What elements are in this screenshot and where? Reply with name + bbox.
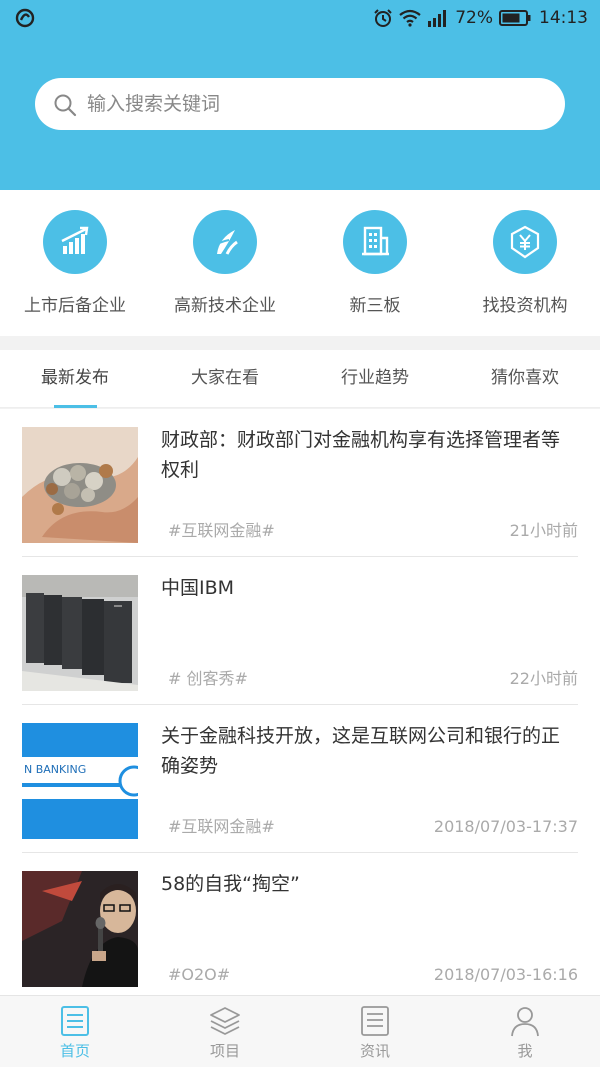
news-item[interactable]: N BANKING 关于金融科技开放，这是互联网公司和银行的正确姿势 #互联网金… — [0, 705, 600, 853]
nav-label: 首页 — [59, 1042, 90, 1060]
tab-everyone-watching[interactable]: 大家在看 — [150, 350, 300, 408]
alarm-icon — [374, 9, 392, 27]
tab-active-indicator — [54, 405, 97, 408]
nav-label: 资讯 — [359, 1042, 390, 1060]
category-icon-circle — [193, 210, 257, 274]
header: 72% 14:13 输入搜索关键词 — [0, 0, 600, 190]
yen-shield-icon — [510, 225, 540, 259]
nav-news[interactable]: 资讯 — [300, 996, 450, 1067]
category-label: 找投资机构 — [482, 296, 568, 316]
news-title: 财政部：财政部门对金融机构享有选择管理者等权利 — [161, 429, 561, 481]
news-title: 58的自我“掏空” — [161, 873, 300, 895]
battery-percentage: 72% — [455, 8, 493, 28]
tab-label: 行业趋势 — [341, 368, 409, 388]
news-tag[interactable]: #互联网金融# — [168, 815, 275, 839]
thumb-caption: N BANKING — [24, 763, 86, 776]
tab-label: 猜你喜欢 — [491, 368, 559, 388]
nav-me[interactable]: 我 — [450, 996, 600, 1067]
category-label: 新三板 — [349, 296, 401, 316]
news-thumbnail — [22, 575, 138, 691]
wifi-icon — [399, 9, 421, 27]
news-tag[interactable]: #O2O# — [168, 963, 230, 987]
signal-icon — [428, 10, 447, 27]
nav-projects[interactable]: 项目 — [150, 996, 300, 1067]
app-logo-icon — [15, 8, 35, 28]
news-tag[interactable]: # 创客秀# — [168, 667, 248, 691]
category-listing-reserve[interactable]: 上市后备企业 — [0, 210, 150, 330]
speaker-with-mic-image — [22, 871, 138, 987]
status-bar: 72% 14:13 — [0, 0, 600, 36]
news-doc-icon — [361, 1006, 389, 1036]
bottom-nav: 首页 项目 资讯 我 — [0, 995, 600, 1067]
news-feed: 财政部：财政部门对金融机构享有选择管理者等权利 #互联网金融# 21小时前 中国… — [0, 409, 600, 995]
tab-you-may-like[interactable]: 猜你喜欢 — [450, 350, 600, 408]
news-thumbnail: N BANKING — [22, 723, 138, 839]
news-item[interactable]: 58的自我“掏空” #O2O# 2018/07/03-16:16 — [0, 853, 600, 995]
news-item[interactable]: 中国IBM # 创客秀# 22小时前 — [0, 557, 600, 705]
tab-latest[interactable]: 最新发布 — [0, 350, 150, 408]
category-new-third-board[interactable]: 新三板 — [300, 210, 450, 330]
category-grid: 上市后备企业 高新技术企业 新三板 找投资机构 — [0, 190, 600, 336]
news-title: 关于金融科技开放，这是互联网公司和银行的正确姿势 — [161, 725, 561, 777]
tab-industry-trends[interactable]: 行业趋势 — [300, 350, 450, 408]
category-icon-circle — [343, 210, 407, 274]
news-thumbnail — [22, 427, 138, 543]
nav-home[interactable]: 首页 — [0, 996, 150, 1067]
growth-chart-icon — [61, 226, 89, 254]
banking-banner-image: N BANKING — [22, 723, 138, 839]
home-doc-icon — [61, 1006, 89, 1036]
nav-label: 项目 — [209, 1042, 240, 1060]
clock: 14:13 — [539, 8, 588, 28]
battery-icon — [499, 10, 531, 26]
search-bar[interactable]: 输入搜索关键词 — [35, 78, 565, 130]
news-time: 2018/07/03-16:16 — [433, 965, 578, 984]
tab-label: 最新发布 — [41, 368, 109, 388]
news-time: 2018/07/03-17:37 — [433, 817, 578, 836]
building-icon — [362, 226, 389, 256]
category-label: 高新技术企业 — [174, 296, 276, 316]
search-icon — [54, 94, 77, 117]
category-icon-circle — [43, 210, 107, 274]
search-placeholder: 输入搜索关键词 — [87, 93, 221, 115]
tech-leaf-icon — [214, 230, 238, 255]
category-high-tech[interactable]: 高新技术企业 — [150, 210, 300, 330]
news-time: 21小时前 — [509, 521, 578, 540]
server-racks-image — [22, 575, 138, 691]
news-tag[interactable]: #互联网金融# — [168, 519, 275, 543]
nav-label: 我 — [517, 1042, 533, 1060]
news-thumbnail — [22, 871, 138, 987]
category-label: 上市后备企业 — [24, 296, 126, 316]
coins-in-hands-image — [22, 427, 138, 543]
layers-icon — [210, 1007, 240, 1035]
news-time: 22小时前 — [509, 669, 578, 688]
category-icon-circle — [493, 210, 557, 274]
news-title: 中国IBM — [161, 577, 235, 599]
category-find-investor[interactable]: 找投资机构 — [450, 210, 600, 330]
person-icon — [511, 1007, 539, 1037]
tab-label: 大家在看 — [191, 368, 259, 388]
news-item[interactable]: 财政部：财政部门对金融机构享有选择管理者等权利 #互联网金融# 21小时前 — [0, 409, 600, 557]
feed-tabs: 最新发布 大家在看 行业趋势 猜你喜欢 — [0, 350, 600, 408]
